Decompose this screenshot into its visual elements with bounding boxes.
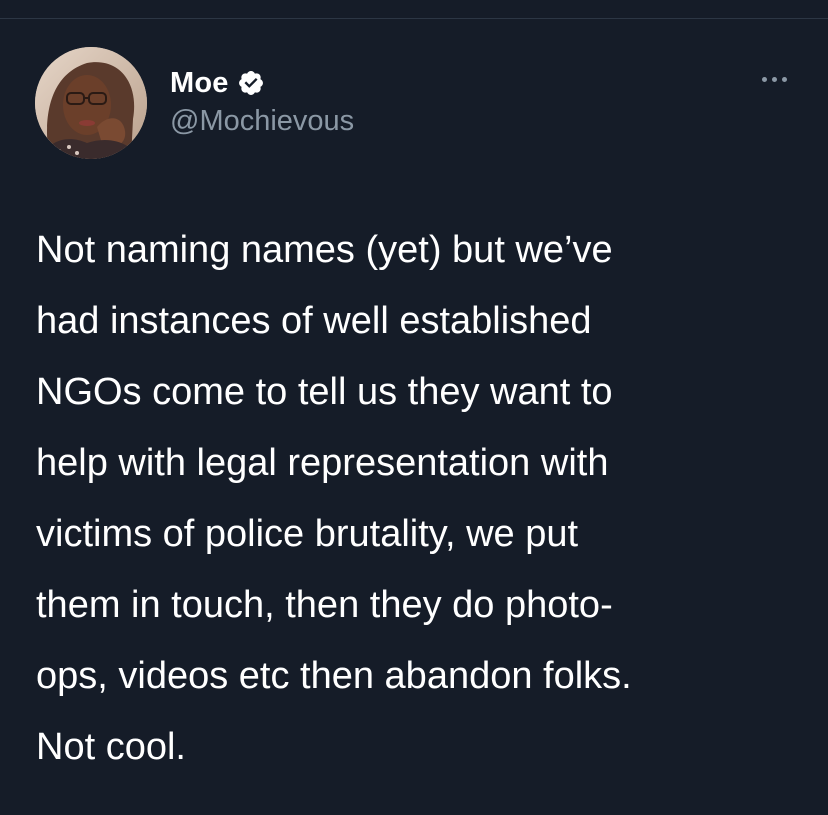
tweet-text-line: NGOs come to tell us they want to	[36, 371, 613, 413]
avatar-photo	[35, 47, 147, 159]
more-options-icon-dot	[781, 76, 787, 82]
tweet-text-line: Not cool.	[36, 726, 186, 768]
more-options-button[interactable]	[752, 68, 796, 90]
tweet-text-line: help with legal representation with	[36, 442, 609, 484]
tweet-text-line: Not naming names (yet) but we’ve	[36, 229, 613, 271]
author-handle[interactable]: @Mochievous	[170, 105, 354, 138]
verified-badge-icon	[237, 69, 265, 97]
author-display-name[interactable]: Moe	[170, 67, 229, 100]
top-divider	[0, 18, 828, 19]
tweet-text-line: had instances of well established	[36, 300, 592, 342]
tweet-text-line: victims of police brutality, we put	[36, 513, 579, 555]
more-options-icon-dot	[771, 76, 777, 82]
more-options-icon	[761, 76, 767, 82]
tweet-text-line: ops, videos etc then abandon folks.	[36, 655, 632, 697]
tweet-text: Not naming names (yet) but we’ve had ins…	[36, 215, 806, 783]
author-name-row[interactable]: Moe	[170, 66, 265, 100]
avatar[interactable]	[35, 47, 147, 159]
tweet-text-line: them in touch, then they do photo-	[36, 584, 613, 626]
